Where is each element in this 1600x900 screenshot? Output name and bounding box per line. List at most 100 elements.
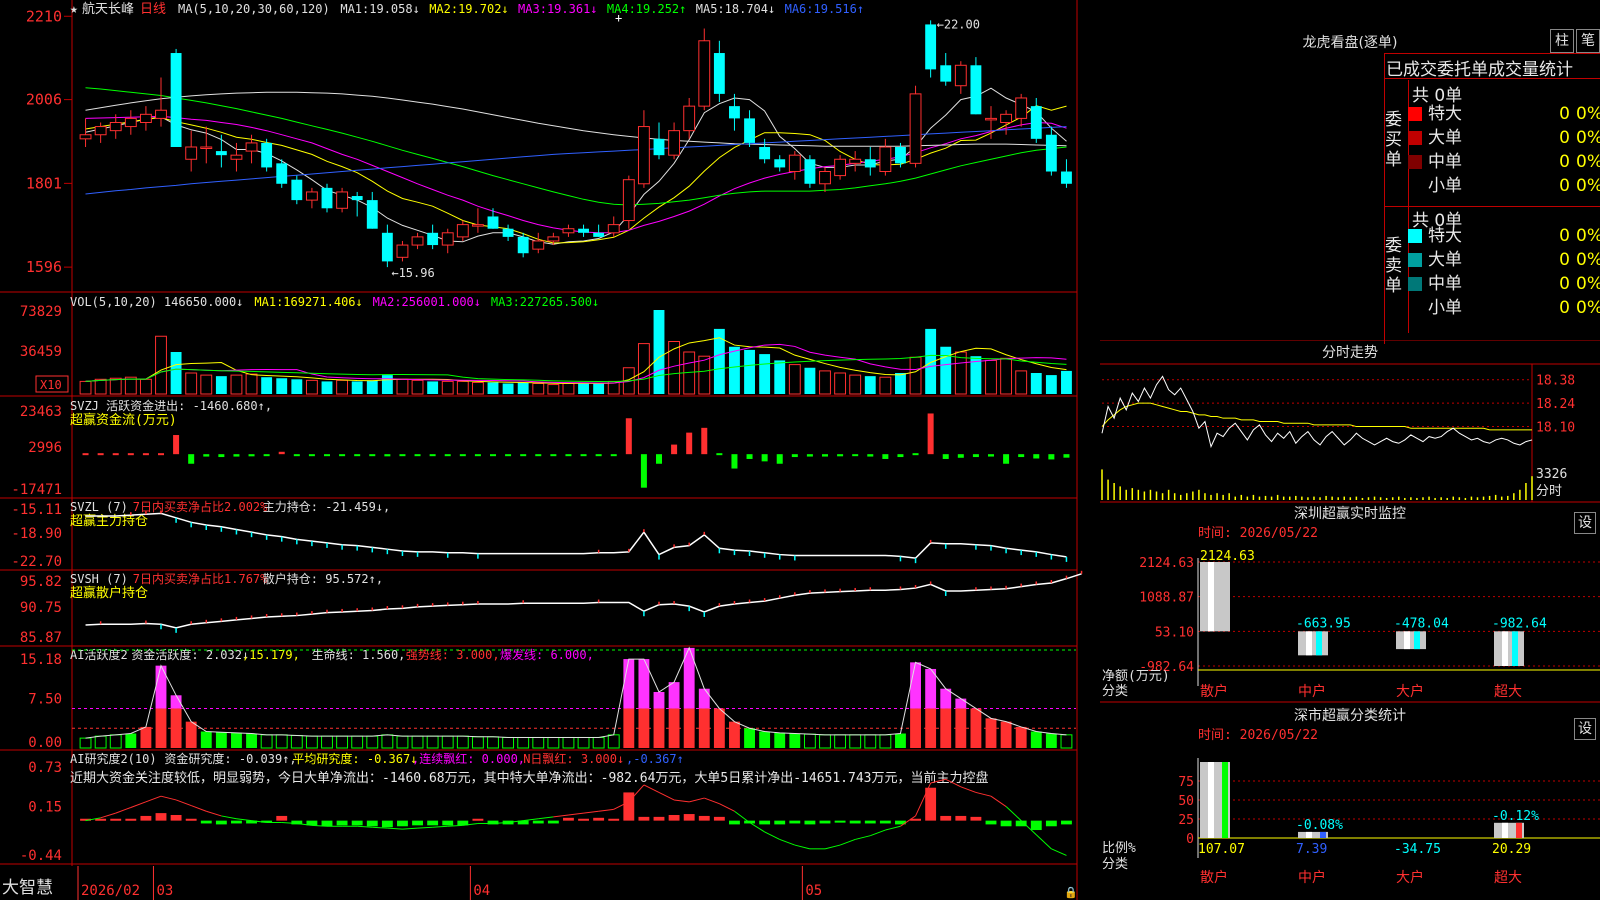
svzj-bar-out	[656, 454, 662, 464]
ai-research-bar-neg	[397, 820, 408, 827]
ai-research-line	[191, 805, 207, 812]
ai-bar-burst	[955, 698, 967, 709]
sell-order-color-swatch	[1408, 253, 1422, 267]
candle-body-up	[305, 191, 318, 201]
ai-bar-strong	[925, 708, 937, 748]
ai-bar	[246, 733, 257, 748]
settings-button-class[interactable]: 设	[1574, 718, 1596, 740]
vol-bar-up	[909, 356, 922, 395]
main-chart-area[interactable]: 2210 2006 1801 1596 ★ 航天长峰 日线 MA(5,10,20,30,60,…	[0, 0, 1100, 900]
vol-bar-down	[351, 381, 363, 394]
vol-bar-up	[441, 380, 454, 395]
vol-bar-down	[1061, 370, 1072, 394]
ai-research-line	[1051, 848, 1067, 856]
vol-bar-up	[698, 355, 711, 395]
svzj-subtitle: 超赢资金流(万元)	[70, 412, 177, 428]
vol-bar-down	[321, 381, 333, 394]
vol-bar-down	[729, 346, 740, 394]
svzj-bar-out	[263, 454, 270, 457]
buy-order-row: 特大 0 0%	[1408, 102, 1600, 126]
vol-bar-down	[276, 378, 288, 394]
candle-body-down	[864, 159, 876, 168]
ai-research-bar-neg	[351, 820, 363, 826]
ma-readout-1: MA1:19.058↓	[340, 2, 419, 16]
candle-body-up	[1000, 113, 1013, 123]
ai-research-line	[674, 799, 690, 803]
ai-bar-hollow	[305, 735, 318, 749]
monitor-category: 中户	[1298, 683, 1326, 700]
candle-body-down	[1061, 171, 1072, 184]
svzj-bar-out	[852, 454, 859, 457]
low-price-label: ←15.96	[391, 266, 434, 280]
ai-research-bar-neg	[1061, 820, 1072, 825]
settings-button-monitor[interactable]: 设	[1574, 512, 1596, 534]
svzl-tick: -22.70	[11, 554, 62, 570]
candle-body-down	[170, 53, 182, 147]
candle-body-up	[155, 109, 167, 119]
ai-active-readout-3: 生命线: 1.560,	[312, 647, 406, 662]
svzj-bar-out	[188, 454, 195, 464]
class-bar-value: 107.07	[1198, 842, 1245, 857]
ai-bar-hollow	[321, 735, 333, 749]
ai-research-line	[130, 801, 147, 808]
ai-bar-hollow	[396, 735, 409, 749]
svzj-tick: -17471	[11, 482, 62, 498]
buy-order-color-swatch	[1408, 155, 1422, 169]
vol-bar-down	[502, 383, 514, 394]
ai-research-line	[357, 825, 373, 828]
right-charts-area[interactable]: 分时走势 18.38 18.24 18.10 3326 分时深圳超赢实时监控时间: 202…	[1100, 340, 1600, 900]
ai-research-bar-neg	[200, 820, 212, 824]
candle-body-down	[578, 228, 589, 233]
ai-research-line	[115, 807, 131, 814]
vol-title: VOL(5,10,20) 146650.000↓	[70, 295, 243, 309]
buy-orders-label: 委买单	[1385, 110, 1402, 170]
svzj-bar-in	[686, 432, 693, 455]
sell-order-percent: 0%	[1576, 226, 1600, 246]
candle-body-down	[895, 147, 906, 164]
ai-bar-strong	[623, 708, 635, 748]
svsh-tick: 90.75	[20, 600, 62, 616]
vol-bar-down	[427, 381, 439, 394]
svsh-ratio: 7日内买卖净占比1.767%	[133, 571, 268, 586]
monitor-bar-highlight	[1208, 562, 1214, 632]
svzj-bar-out	[640, 454, 647, 488]
ai-research-bar-pos	[623, 792, 635, 821]
candle-body-up	[909, 93, 922, 164]
svzj-bar-out	[1003, 454, 1010, 464]
class-bar-pct: -0.08%	[1296, 818, 1343, 833]
svzj-title: SVZJ 活跃资金进出: -1460.680↑,	[70, 398, 272, 413]
ai-research-line	[206, 810, 222, 817]
ai-bar-hollow	[1060, 734, 1073, 749]
vol-bar-down	[940, 346, 952, 394]
ai-research-bar-neg	[427, 820, 439, 826]
ai-research-line	[402, 827, 418, 830]
ai-research-bar-pos	[698, 815, 710, 821]
ai-bar-hollow	[79, 737, 92, 749]
price-tick-label: 1801	[26, 174, 62, 192]
ai-research-readout-5: ,-0.367↑	[626, 752, 684, 766]
ai-research-line	[764, 831, 780, 840]
ai-research-bar-neg	[834, 820, 846, 823]
sell-order-name: 大单	[1428, 250, 1462, 270]
sell-order-row: 中单 0 0%	[1408, 272, 1600, 296]
monitor-bar-1	[1298, 631, 1328, 656]
ai-research-bar-pos	[155, 813, 167, 821]
buy-order-value: 0	[1559, 176, 1570, 196]
bar-mode-button[interactable]: 柱	[1550, 29, 1574, 53]
candle-body-down	[970, 65, 982, 115]
class-bar-pct: -0.12%	[1492, 809, 1539, 824]
price-tick-label: 2006	[26, 91, 62, 109]
pen-mode-button[interactable]: 笔	[1576, 29, 1600, 53]
monitor-bar-value: -663.95	[1296, 616, 1351, 631]
candle-body-down	[381, 232, 393, 262]
vol-bar-up	[849, 374, 862, 395]
buy-order-percent: 0%	[1576, 152, 1600, 172]
svzj-bar-out	[867, 454, 874, 457]
ai-bar-strong	[910, 708, 921, 748]
ai-research-line	[1005, 806, 1022, 821]
ai-research-bar-neg	[1045, 820, 1057, 827]
ai-research-bar-pos	[638, 816, 650, 821]
lhb-header: 已成交委托单成交量统计	[1386, 60, 1573, 80]
candle-body-up	[456, 224, 469, 238]
lhb-divider	[1384, 78, 1600, 79]
